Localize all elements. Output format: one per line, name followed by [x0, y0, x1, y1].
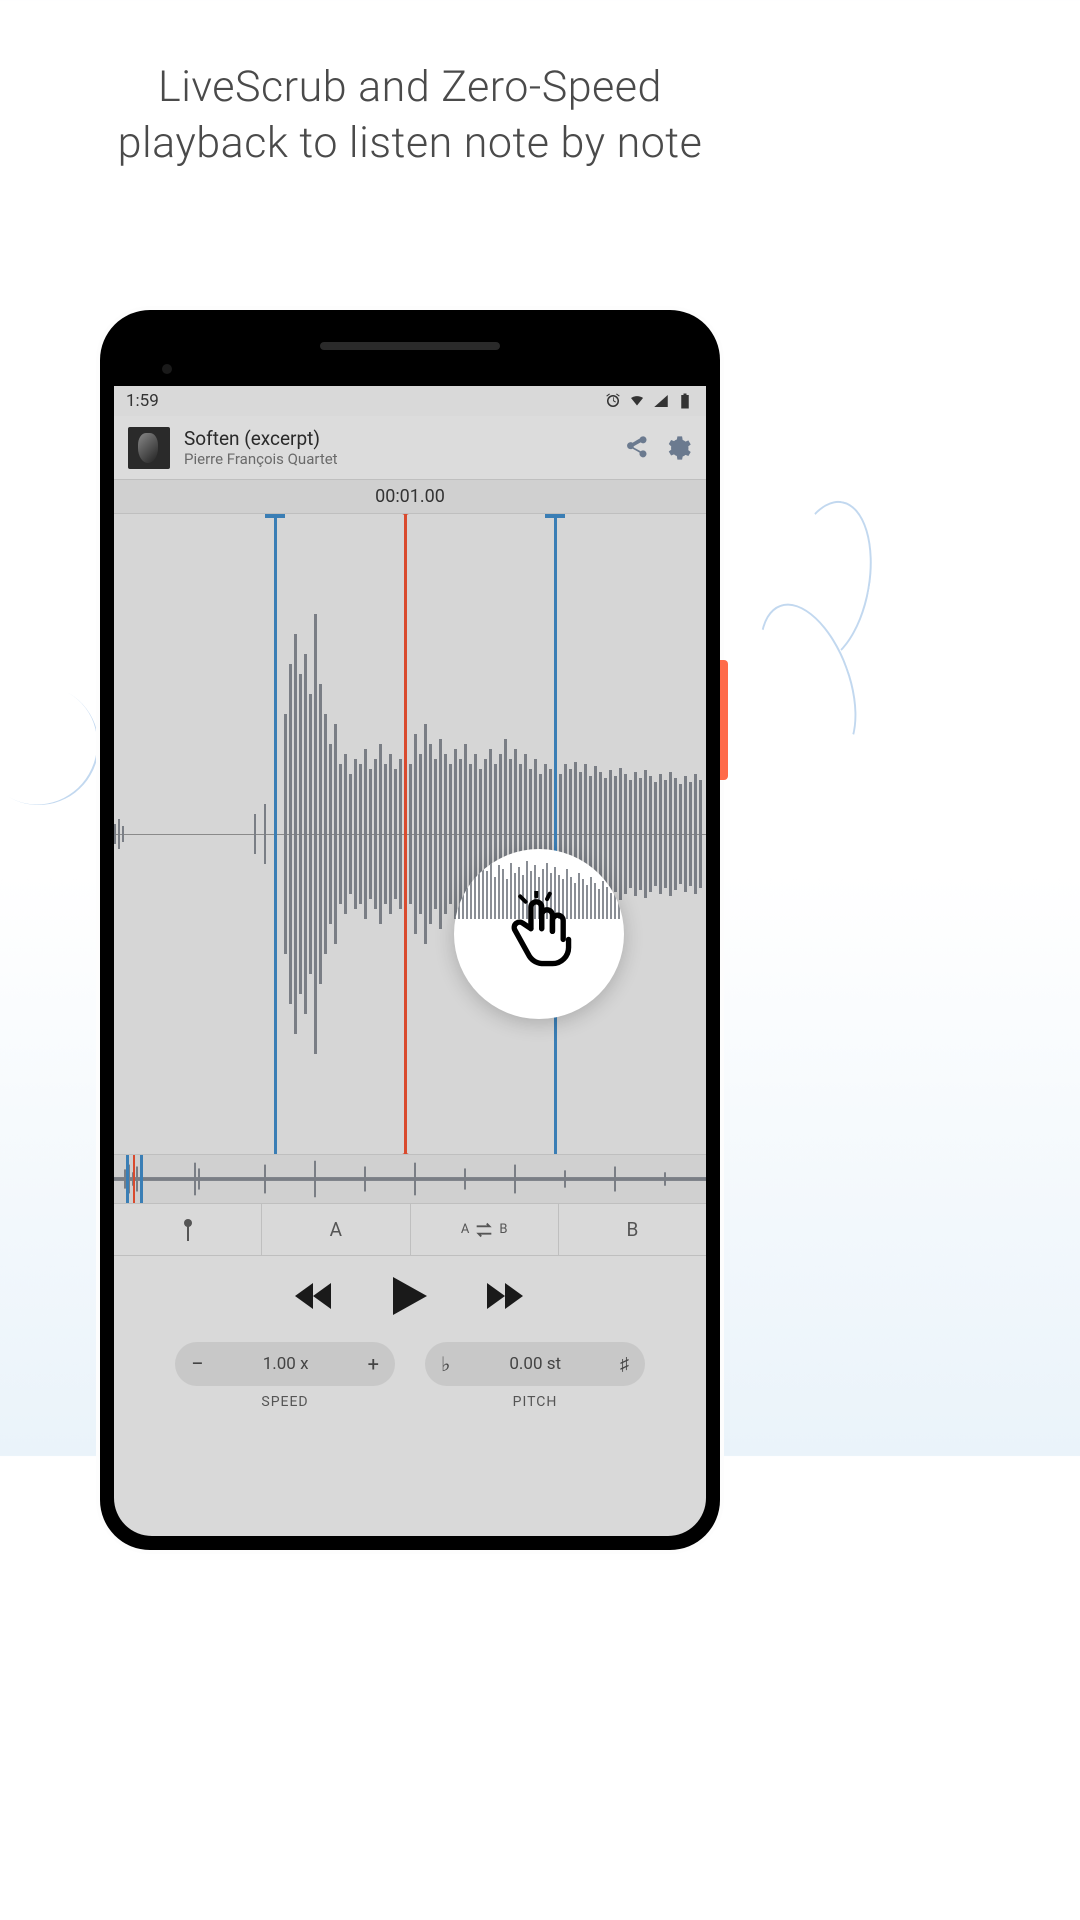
pin-marker-button[interactable] — [114, 1204, 262, 1255]
marker-a-label: A — [265, 514, 285, 518]
battery-icon — [676, 392, 694, 410]
speed-label: SPEED — [175, 1394, 395, 1410]
timecode: 00:01.00 — [114, 480, 706, 514]
forward-button[interactable] — [487, 1281, 525, 1311]
speed-value: 1.00 x — [204, 1354, 368, 1374]
share-icon[interactable] — [622, 434, 650, 462]
decorative-squiggle-right — [750, 500, 870, 780]
pitch-control: ♭ 0.00 st ♯ — [425, 1342, 645, 1386]
overview-waveform — [114, 1155, 706, 1203]
pill-labels: SPEED PITCH — [114, 1394, 706, 1420]
wifi-icon — [628, 392, 646, 410]
album-art[interactable] — [128, 427, 170, 469]
rewind-button[interactable] — [295, 1281, 333, 1311]
marker-a[interactable]: A — [274, 514, 277, 1154]
tap-hand-icon — [496, 891, 582, 977]
pin-icon — [180, 1218, 196, 1242]
playhead[interactable] — [404, 514, 407, 1154]
phone-frame: 1:59 Soften (excerpt) Pierre François Qu… — [100, 310, 720, 1550]
marker-b-label: B — [545, 514, 565, 518]
waveform-graphic — [114, 514, 706, 1154]
speed-control: − 1.00 x + — [175, 1342, 395, 1386]
marker-buttons: A A B B — [114, 1204, 706, 1256]
headline-line-2: playback to listen note by note — [0, 116, 820, 172]
pitch-value: 0.00 st — [450, 1354, 620, 1374]
status-bar: 1:59 — [114, 386, 706, 416]
promo-headline: LiveScrub and Zero-Speed playback to lis… — [0, 0, 820, 172]
pitch-label: PITCH — [425, 1394, 645, 1410]
alarm-icon — [604, 392, 622, 410]
pitch-flat-button[interactable]: ♭ — [441, 1352, 450, 1376]
phone-speaker — [320, 342, 500, 350]
app-header: Soften (excerpt) Pierre François Quartet — [114, 416, 706, 480]
settings-icon[interactable] — [664, 434, 692, 462]
signal-icon — [652, 392, 670, 410]
headline-line-1: LiveScrub and Zero-Speed — [0, 60, 820, 116]
phone-camera — [162, 364, 172, 374]
loop-icon — [473, 1222, 495, 1238]
adjustment-pills: − 1.00 x + ♭ 0.00 st ♯ — [114, 1336, 706, 1394]
speed-increase-button[interactable]: + — [368, 1352, 379, 1376]
speed-decrease-button[interactable]: − — [191, 1352, 204, 1377]
status-time: 1:59 — [126, 391, 159, 411]
overview-strip[interactable] — [114, 1154, 706, 1204]
track-title: Soften (excerpt) — [184, 427, 608, 450]
phone-power-button — [720, 660, 728, 780]
pitch-sharp-button[interactable]: ♯ — [620, 1354, 629, 1375]
transport-controls — [114, 1256, 706, 1336]
track-info[interactable]: Soften (excerpt) Pierre François Quartet — [184, 427, 608, 468]
app-screen: 1:59 Soften (excerpt) Pierre François Qu… — [114, 386, 706, 1536]
marker-b[interactable]: B — [554, 514, 557, 1154]
timecode-value: 00:01.00 — [375, 486, 445, 507]
touch-hint — [454, 849, 624, 1019]
set-b-button[interactable]: B — [559, 1204, 706, 1255]
set-a-button[interactable]: A — [262, 1204, 410, 1255]
waveform-area[interactable]: A B — [114, 514, 706, 1154]
play-button[interactable] — [393, 1277, 427, 1315]
track-artist: Pierre François Quartet — [184, 450, 608, 468]
loop-ab-button[interactable]: A B — [411, 1204, 559, 1255]
